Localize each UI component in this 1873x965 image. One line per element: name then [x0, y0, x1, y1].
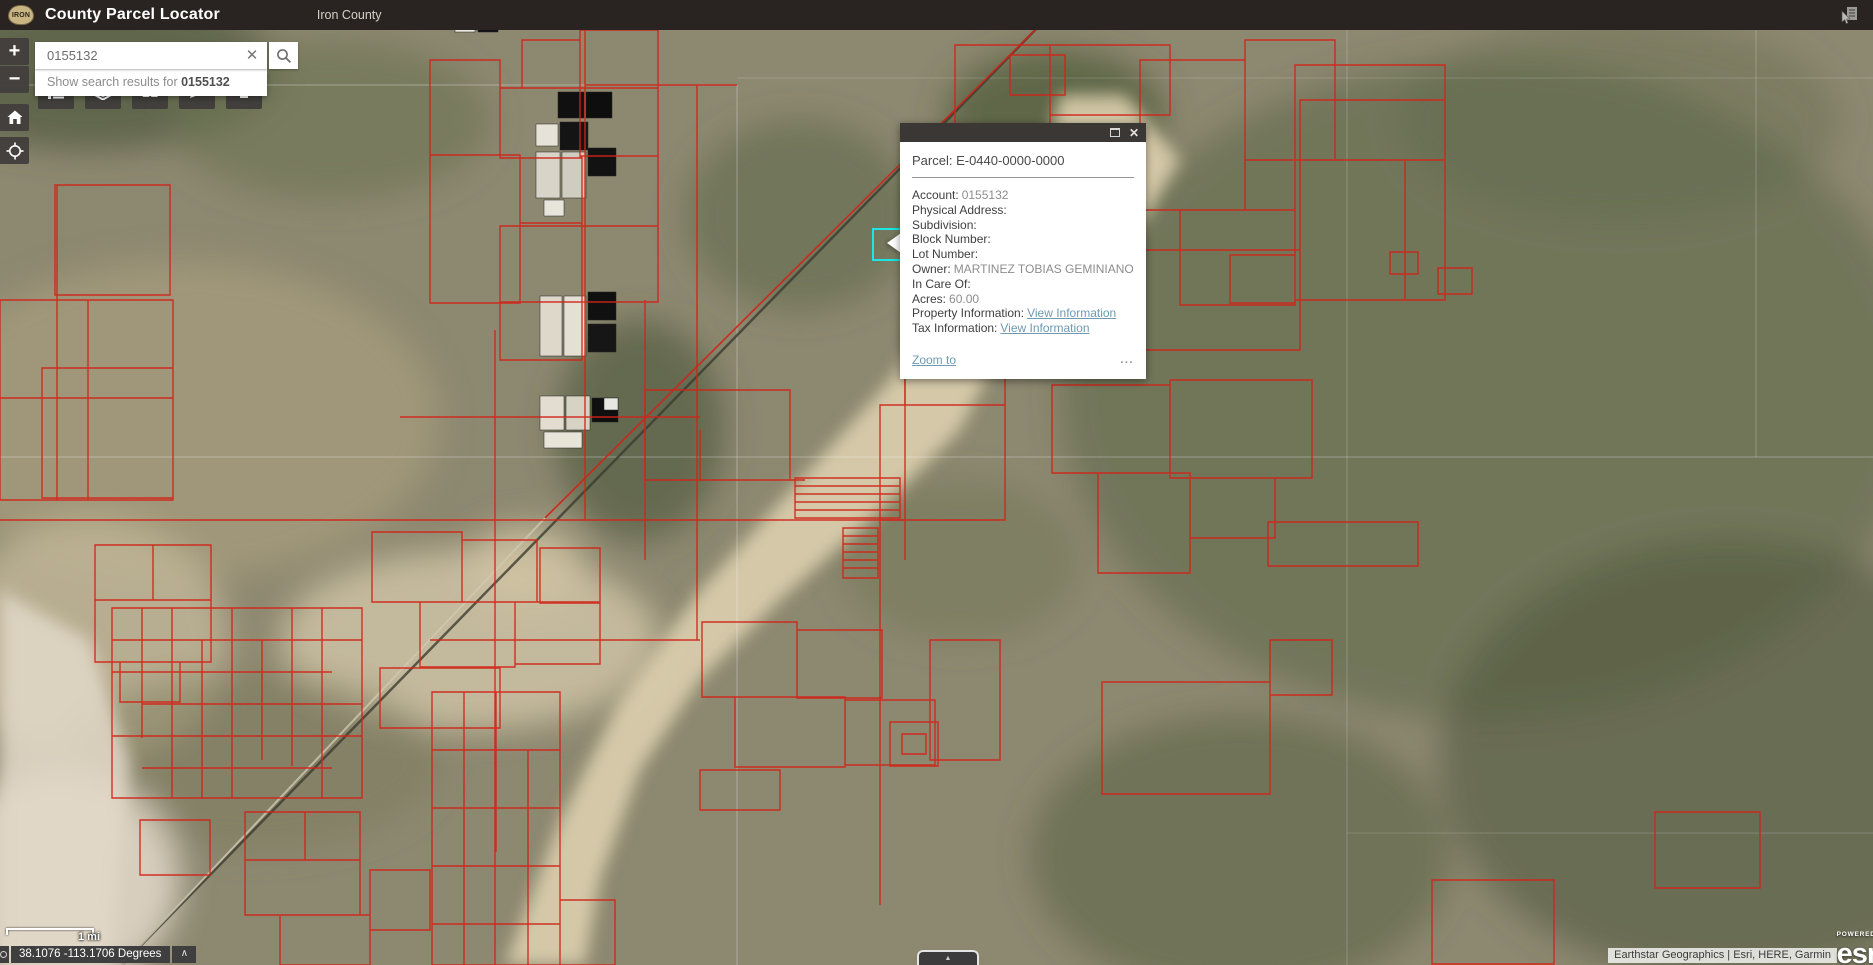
county-parcel-locator-app: IRON County Parcel Locator Iron County ✕ — [0, 0, 1873, 965]
field-subdivision: Subdivision: — [912, 218, 1134, 233]
property-information-link[interactable]: View Information — [1027, 306, 1116, 320]
field-property-information: Property Information:View Information — [912, 306, 1134, 321]
more-actions-icon[interactable]: ... — [1120, 354, 1134, 366]
zoom-out-button[interactable]: − — [0, 66, 29, 93]
header-select-tool-button[interactable] — [1837, 3, 1861, 27]
locate-icon — [6, 142, 24, 160]
tax-information-link[interactable]: View Information — [1000, 321, 1089, 335]
parcel-popup: ✕ Parcel: E-0440-0000-0000 Account:01551… — [900, 123, 1146, 379]
app-header: IRON County Parcel Locator Iron County — [0, 0, 1873, 30]
my-location-button[interactable] — [0, 137, 29, 164]
field-physical-address: Physical Address: — [912, 203, 1134, 218]
zoom-to-link[interactable]: Zoom to — [912, 353, 956, 367]
attribute-table-toggle[interactable]: ▲ — [917, 950, 979, 965]
scale-bar-label: 1 mi — [78, 931, 100, 943]
zoom-in-button[interactable]: + — [0, 38, 29, 65]
field-acres: Acres:60.00 — [912, 292, 1134, 307]
search-widget: ✕ Show search results for 0155132 — [35, 42, 298, 96]
popup-anchor-pointer — [887, 233, 901, 253]
coordinate-widget: 38.1076 -113.1706 Degrees ∧ — [0, 946, 196, 963]
page-title: County Parcel Locator — [45, 6, 220, 24]
close-icon[interactable]: ✕ — [1129, 128, 1139, 138]
field-account: Account:0155132 — [912, 188, 1134, 203]
header-subtitle: Iron County — [317, 8, 382, 22]
search-input[interactable] — [35, 48, 237, 63]
coordinate-capture-icon[interactable] — [0, 946, 9, 963]
iron-county-logo: IRON — [8, 5, 34, 25]
search-icon — [276, 48, 292, 64]
clear-search-icon[interactable]: ✕ — [237, 42, 267, 69]
popup-titlebar[interactable]: ✕ — [900, 123, 1146, 142]
suggestion-term: 0155132 — [181, 75, 230, 89]
chevron-up-icon[interactable]: ∧ — [172, 946, 196, 963]
maximize-icon[interactable] — [1110, 128, 1120, 137]
popup-title: Parcel: E-0440-0000-0000 — [912, 153, 1134, 178]
search-suggestion[interactable]: Show search results for 0155132 — [35, 69, 267, 96]
esri-wordmark: esri — [1837, 938, 1873, 965]
field-in-care-of: In Care Of: — [912, 277, 1134, 292]
esri-logo: POWERED BY esri — [1837, 932, 1873, 965]
search-box: ✕ — [35, 42, 267, 69]
coordinate-readout: 38.1076 -113.1706 Degrees — [11, 946, 170, 963]
field-block-number: Block Number: — [912, 232, 1134, 247]
field-tax-information: Tax Information:View Information — [912, 321, 1134, 336]
home-icon — [7, 110, 23, 125]
popup-body: Parcel: E-0440-0000-0000 Account:0155132… — [900, 142, 1146, 379]
suggestion-prefix: Show search results for — [47, 75, 181, 89]
map-attribution: Earthstar Geographics | Esri, HERE, Garm… — [1608, 948, 1837, 963]
select-cursor-icon — [1838, 4, 1860, 26]
triangle-up-icon: ▲ — [945, 955, 952, 962]
field-lot-number: Lot Number: — [912, 247, 1134, 262]
home-button[interactable] — [0, 104, 29, 131]
field-owner: Owner:MARTINEZ TOBIAS GEMINIANO — [912, 262, 1134, 277]
search-button[interactable] — [269, 42, 298, 69]
